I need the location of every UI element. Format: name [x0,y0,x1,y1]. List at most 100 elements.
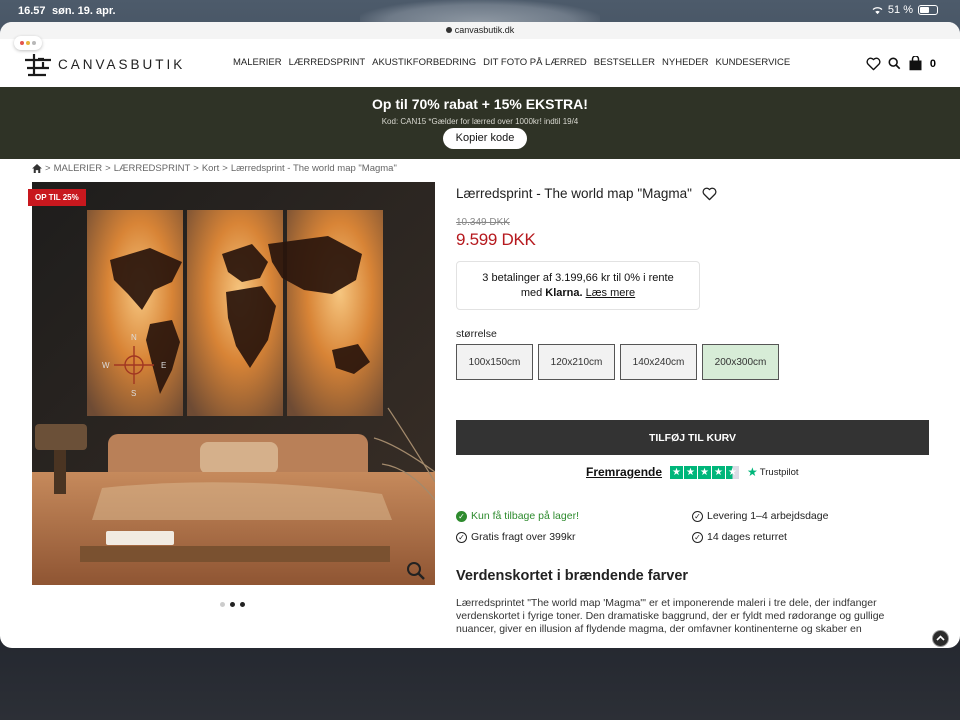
klarna-read-more-link[interactable]: Læs mere [586,287,636,299]
star-icon: ★ [698,465,712,479]
gallery-dots [220,602,245,607]
check-circle-icon: ✓ [692,510,703,522]
klarna-line1: 3 betalinger af 3.199,66 kr til 0% i ren… [482,272,674,284]
copy-code-button[interactable]: Kopier kode [443,128,527,149]
main-nav: MALERIER LÆRREDSPRINT AKUSTIKFORBEDRING … [233,57,790,68]
shipping-feature: ✓ Gratis fragt over 399kr [456,531,575,543]
discount-badge: OP TIL 25% [28,189,86,206]
breadcrumb-laerredsprint[interactable]: LÆRREDSPRINT [114,163,191,174]
size-option-200x300[interactable]: 200x300cm [702,344,779,380]
breadcrumb: > MALERIER > LÆRREDSPRINT > Kort > Lærre… [32,163,397,174]
description-text: Lærredsprintet "The world map 'Magma'" e… [456,597,885,635]
logo[interactable]: CANVASBUTIK [24,51,185,77]
nav-akustikforbedring[interactable]: AKUSTIKFORBEDRING [372,57,476,68]
trustpilot-stars: ★ ★ ★ ★ ★ [670,465,740,479]
promo-subtitle: Kod: CAN15 *Gælder for lærred over 1000k… [381,117,579,126]
size-label: størrelse [456,328,497,340]
cart-bag-icon[interactable] [908,56,923,71]
cart-count: 0 [929,57,936,70]
breadcrumb-current: Lærredsprint - The world map "Magma" [230,163,397,174]
wishlist-heart-icon[interactable] [866,57,881,71]
klarna-box: 3 betalinger af 3.199,66 kr til 0% i ren… [456,261,700,310]
status-time: 16.57 [18,5,46,17]
nav-laerredsprint[interactable]: LÆRREDSPRINT [289,57,366,68]
klarna-line2: med Klarna. Læs mere [457,286,699,301]
returns-text: 14 dages returret [707,531,787,543]
wifi-icon [872,6,883,14]
product-image[interactable]: N S W E [32,182,435,585]
breadcrumb-separator: > [105,163,111,174]
svg-text:E: E [161,361,166,370]
add-to-cart-button[interactable]: TILFØJ TIL KURV [456,420,929,455]
nav-malerier[interactable]: MALERIER [233,57,282,68]
size-option-100x150[interactable]: 100x150cm [456,344,533,380]
scroll-to-top-button[interactable] [932,630,949,647]
battery-percent: 51 % [887,4,913,16]
header-icons: 0 [866,56,936,71]
breadcrumb-separator: > [45,163,51,174]
url-display[interactable]: canvasbutik.dk [0,25,960,35]
klarna-med: med [520,287,543,299]
favorite-heart-icon[interactable] [702,187,717,201]
size-option-120x210[interactable]: 120x210cm [538,344,615,380]
home-icon[interactable] [32,164,42,173]
logo-icon [25,54,51,77]
klarna-logo: Klarna. [545,287,583,299]
gallery-dot[interactable] [230,602,235,607]
trustpilot-brand: Trustpilot [759,466,799,478]
trustpilot-widget[interactable]: Fremragende ★ ★ ★ ★ ★ ★ Trustpilot [586,465,799,479]
multitask-dots-icon[interactable] [14,36,42,50]
breadcrumb-separator: > [222,163,228,174]
size-options: 100x150cm 120x210cm 140x240cm 200x300cm [456,344,779,380]
status-bar: 16.57 søn. 19. apr. 51 % [0,0,960,22]
check-circle-icon: ✓ [456,510,467,522]
url-text: canvasbutik.dk [454,25,515,35]
chevron-up-icon [936,635,945,641]
nav-bestseller[interactable]: BESTSELLER [594,57,655,68]
check-circle-icon: ✓ [456,531,467,543]
breadcrumb-separator: > [193,163,199,174]
logo-text: CANVASBUTIK [58,56,186,72]
gallery-dot[interactable] [220,602,225,607]
delivery-text: Levering 1–4 arbejdsdage [707,510,829,522]
stock-feature: ✓ Kun få tilbage på lager! [456,510,579,522]
current-price: 9.599 DKK [456,230,536,249]
trustpilot-logo: ★ Trustpilot [747,465,798,479]
battery-icon [918,5,938,15]
browser-window: canvasbutik.dk CANVASBUTIK MALERIER LÆRR… [0,22,960,648]
stock-text: Kun få tilbage på lager! [471,510,579,522]
shipping-text: Gratis fragt over 399kr [471,531,576,543]
svg-text:N: N [131,333,137,342]
search-icon[interactable] [888,57,901,70]
address-bar[interactable]: canvasbutik.dk [0,22,960,39]
star-icon: ★ [670,465,684,479]
check-circle-icon: ✓ [692,531,703,543]
room-scene-illustration: N S W E [32,182,435,585]
product-title-row: Lærredsprint - The world map "Magma" [456,186,717,201]
size-option-140x240[interactable]: 140x240cm [620,344,697,380]
trustpilot-star-icon: ★ [747,465,758,479]
svg-text:S: S [131,389,136,398]
status-date: søn. 19. apr. [52,5,116,17]
old-price: 10.349 DKK [456,217,510,228]
product-title: Lærredsprint - The world map "Magma" [456,186,692,201]
nav-dit-foto[interactable]: DIT FOTO PÅ LÆRRED [483,57,587,68]
status-right: 51 % [872,4,938,16]
half-star-icon: ★ [726,465,740,479]
site-header: CANVASBUTIK MALERIER LÆRREDSPRINT AKUSTI… [0,39,960,87]
breadcrumb-malerier[interactable]: MALERIER [54,163,103,174]
site-icon [445,27,452,33]
description-heading: Verdenskortet i brændende farver [456,568,689,584]
star-icon: ★ [712,465,726,479]
breadcrumb-kort[interactable]: Kort [202,163,219,174]
background-dome [360,0,600,22]
returns-feature: ✓ 14 dages returret [692,531,787,543]
star-icon: ★ [684,465,698,479]
svg-text:W: W [102,361,110,370]
nav-nyheder[interactable]: NYHEDER [662,57,708,68]
promo-title: Op til 70% rabat + 15% EKSTRA! [372,96,588,112]
delivery-feature: ✓ Levering 1–4 arbejdsdage [692,510,828,522]
gallery-dot[interactable] [240,602,245,607]
promo-banner: Op til 70% rabat + 15% EKSTRA! Kod: CAN1… [0,87,960,159]
nav-kundeservice[interactable]: KUNDESERVICE [715,57,790,68]
